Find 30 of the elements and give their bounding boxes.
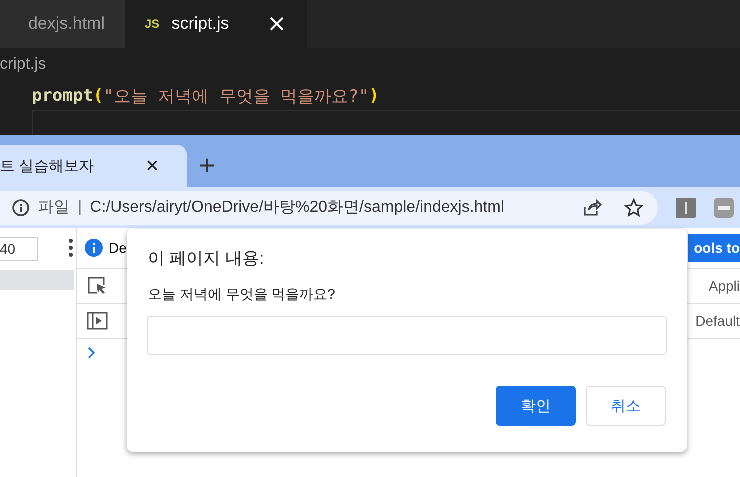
extension-icon[interactable] <box>676 198 696 218</box>
cancel-button[interactable]: 취소 <box>586 386 666 426</box>
share-icon[interactable] <box>582 198 602 218</box>
js-file-icon: JS <box>145 17 160 31</box>
url-text: C:/Users/airyt/OneDrive/바탕%20화면/sample/indexjs.html <box>90 198 506 218</box>
dialog-title: 이 페이지 내용: <box>148 248 266 270</box>
breadcrumb[interactable]: cript.js <box>0 56 46 74</box>
chevron-icon[interactable] <box>87 347 97 359</box>
more-icon[interactable] <box>68 238 74 258</box>
scheme-label: 파일 <box>38 198 70 218</box>
prompt-input[interactable] <box>147 316 667 355</box>
editor-tab[interactable]: JS script.js <box>125 0 308 48</box>
info-icon[interactable] <box>12 198 30 216</box>
dialog-message: 오늘 저녁에 무엇을 먹을까요? <box>148 286 336 304</box>
confirm-button[interactable]: 확인 <box>496 386 576 426</box>
separator: | <box>78 198 82 216</box>
panel-tab[interactable]: Appli <box>708 278 740 294</box>
star-icon[interactable] <box>624 198 644 218</box>
info-text: De <box>109 240 127 256</box>
new-tab-button[interactable]: + <box>199 152 216 180</box>
browser-tab[interactable]: 트 실습해보자 × <box>0 145 187 187</box>
zoom-field[interactable]: 40 <box>0 237 38 261</box>
address-bar[interactable]: 파일 | C:/Users/airyt/OneDrive/바탕%20화면/sample/indexjs.html <box>0 190 658 224</box>
sidebar-icon[interactable] <box>87 311 109 331</box>
banner-button[interactable]: ools to <box>688 234 740 262</box>
close-icon[interactable] <box>269 16 286 32</box>
info-icon <box>85 239 103 257</box>
levels-dropdown[interactable]: Default <box>696 313 740 329</box>
editor-tab[interactable]: dexjs.html <box>0 0 125 48</box>
code-line: prompt("오늘 저녁에 무엇을 먹을까요?") <box>31 85 380 108</box>
